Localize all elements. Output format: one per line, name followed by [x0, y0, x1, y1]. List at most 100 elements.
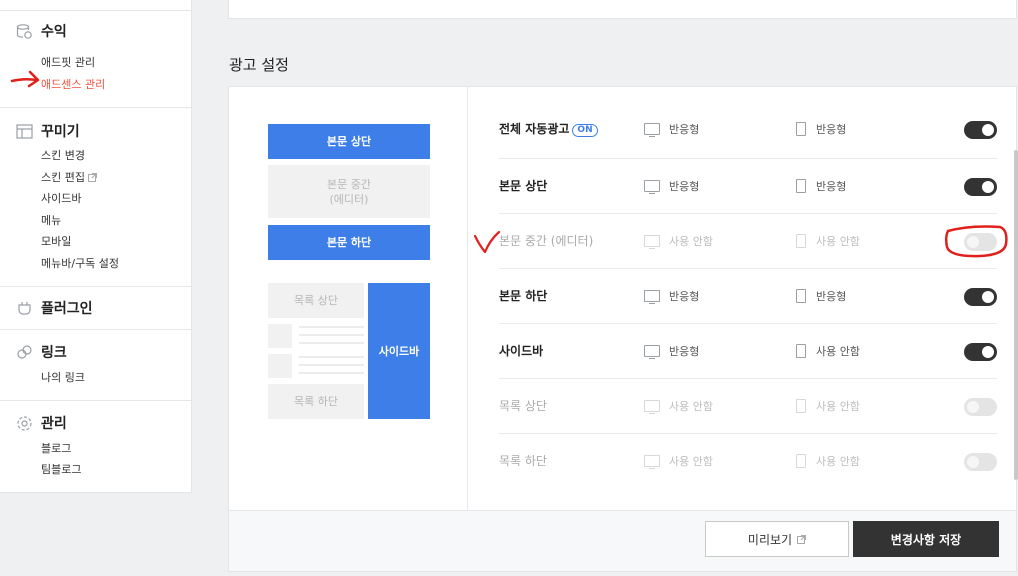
preview-line — [299, 342, 364, 344]
ad-settings-panel: 본문 상단 본문 중간 (에디터) 본문 하단 목록 상단 목록 하단 사이드바… — [228, 86, 1017, 572]
monitor-icon — [644, 400, 660, 414]
ad-row-list-top: 목록 상단 사용 안함 사용 안함 — [499, 379, 997, 433]
pc-setting-value: 반응형 — [669, 290, 700, 303]
mobile-setting[interactable]: 사용 안함 — [796, 214, 860, 268]
mobile-icon — [796, 399, 806, 413]
preview-thumb-2 — [268, 354, 292, 378]
preview-block-sidebar: 사이드바 — [368, 283, 430, 419]
preview-button[interactable]: 미리보기 — [705, 521, 849, 557]
preview-middle-line2: (에디터) — [329, 192, 369, 206]
pc-setting[interactable]: 사용 안함 — [644, 214, 713, 268]
pc-setting[interactable]: 사용 안함 — [644, 434, 713, 488]
mobile-setting-value: 반응형 — [816, 180, 847, 193]
toggle-list-top[interactable] — [964, 398, 997, 416]
sidebar-item-adsense[interactable]: 애드센스 관리 — [41, 76, 105, 92]
annotation-arrow — [10, 70, 40, 88]
sidebar-head-revenue[interactable]: 수익 — [16, 21, 67, 41]
preview-line — [299, 334, 364, 336]
sidebar-section-plugin: 플러그인 — [0, 287, 191, 330]
ad-row-label: 본문 하단 — [499, 289, 548, 303]
preview-line — [299, 364, 364, 366]
plug-icon — [16, 300, 33, 317]
pc-setting-value: 반응형 — [669, 345, 700, 358]
mobile-setting[interactable]: 사용 안함 — [796, 434, 860, 488]
mobile-setting-value: 사용 안함 — [816, 400, 860, 413]
sidebar-item-adfit[interactable]: 애드핏 관리 — [41, 54, 95, 70]
layout-icon — [16, 123, 33, 140]
preview-block-bottom: 본문 하단 — [268, 225, 430, 260]
ad-row-body-top: 본문 상단 반응형 반응형 — [499, 159, 997, 213]
sidebar-head-plugin[interactable]: 플러그인 — [16, 298, 93, 318]
external-link-icon — [87, 173, 97, 182]
monitor-icon — [644, 345, 660, 359]
toggle-auto-ads[interactable] — [964, 121, 997, 139]
mobile-setting[interactable]: 반응형 — [796, 102, 846, 156]
annotation-circle — [944, 225, 1008, 258]
pc-setting[interactable]: 반응형 — [644, 269, 699, 323]
scrollbar[interactable] — [1014, 150, 1018, 480]
ad-row-label: 목록 하단 — [499, 454, 547, 468]
preview-thumb-1 — [268, 324, 292, 348]
mobile-setting-value: 사용 안함 — [816, 455, 860, 468]
mobile-setting-value: 사용 안함 — [816, 345, 860, 358]
mobile-setting[interactable]: 사용 안함 — [796, 379, 860, 433]
preview-middle-line1: 본문 중간 — [327, 177, 371, 191]
pc-setting-value: 사용 안함 — [669, 455, 713, 468]
gear-icon — [16, 415, 33, 432]
ad-row-body-bottom: 본문 하단 반응형 반응형 — [499, 269, 997, 323]
mobile-icon — [796, 179, 806, 193]
sidebar-head-decorate[interactable]: 꾸미기 — [16, 121, 80, 141]
sidebar-title-plugin: 플러그인 — [41, 301, 93, 317]
sidebar-title-manage: 관리 — [41, 416, 67, 432]
sidebar-item-menu[interactable]: 메뉴 — [41, 212, 61, 228]
ad-row-label-text: 전체 자동광고 — [499, 122, 570, 136]
mobile-setting[interactable]: 반응형 — [796, 159, 846, 213]
mobile-setting-value: 반응형 — [816, 123, 847, 136]
annotation-check-mark — [473, 230, 501, 254]
toggle-body-top[interactable] — [964, 178, 997, 196]
sidebar-item-team-blog[interactable]: 팀블로그 — [41, 461, 81, 477]
pc-setting[interactable]: 반응형 — [644, 102, 699, 156]
ad-row-auto-ads: 전체 자동광고 ON 반응형 반응형 — [499, 102, 997, 156]
sidebar-item-my-links[interactable]: 나의 링크 — [41, 369, 85, 385]
toggle-knob — [982, 181, 994, 193]
toggle-body-bottom[interactable] — [964, 288, 997, 306]
ad-row-sidebar: 사이드바 반응형 사용 안함 — [499, 324, 997, 378]
mobile-setting[interactable]: 반응형 — [796, 269, 846, 323]
sidebar-item-skin-change[interactable]: 스킨 변경 — [41, 147, 85, 163]
mobile-setting[interactable]: 사용 안함 — [796, 324, 860, 378]
toggle-knob — [982, 124, 994, 136]
sidebar-item-menubar-subscribe[interactable]: 메뉴바/구독 설정 — [41, 255, 119, 271]
sidebar-item-skin-edit[interactable]: 스킨 편집 — [41, 169, 97, 185]
sidebar-title-revenue: 수익 — [41, 24, 67, 40]
mobile-setting-value: 반응형 — [816, 290, 847, 303]
toggle-sidebar[interactable] — [964, 343, 997, 361]
pc-setting[interactable]: 반응형 — [644, 324, 699, 378]
mobile-icon — [796, 234, 806, 248]
pc-setting-value: 반응형 — [669, 180, 700, 193]
sidebar-item-sidebar[interactable]: 사이드바 — [41, 190, 81, 206]
preview-block-list-bottom: 목록 하단 — [268, 384, 364, 419]
pc-setting[interactable]: 반응형 — [644, 159, 699, 213]
sidebar-section-decorate: 꾸미기 스킨 변경 스킨 편집 사이드바 메뉴 모바일 메뉴바/구독 설정 — [0, 108, 191, 287]
sidebar-head-link[interactable]: 링크 — [16, 342, 67, 362]
pc-setting[interactable]: 사용 안함 — [644, 379, 713, 433]
monitor-icon — [644, 235, 660, 249]
sidebar-section-manage: 관리 블로그 팀블로그 — [0, 401, 191, 492]
link-icon — [16, 344, 33, 361]
mobile-icon — [796, 122, 806, 136]
save-changes-button[interactable]: 변경사항 저장 — [853, 521, 999, 557]
sidebar-item-mobile[interactable]: 모바일 — [41, 233, 71, 249]
sidebar-section-link: 링크 나의 링크 — [0, 330, 191, 401]
mobile-icon — [796, 289, 806, 303]
ad-row-list-bottom: 목록 하단 사용 안함 사용 안함 — [499, 434, 997, 488]
preview-block-top: 본문 상단 — [268, 124, 430, 159]
toggle-knob — [967, 401, 979, 413]
monitor-icon — [644, 180, 660, 194]
sidebar-head-manage[interactable]: 관리 — [16, 413, 67, 433]
sidebar-section-revenue: 수익 애드핏 관리 애드센스 관리 — [0, 10, 191, 108]
preview-line — [299, 326, 364, 328]
toggle-list-bottom[interactable] — [964, 453, 997, 471]
previous-panel — [228, 0, 1017, 19]
sidebar-item-blog[interactable]: 블로그 — [41, 440, 71, 456]
